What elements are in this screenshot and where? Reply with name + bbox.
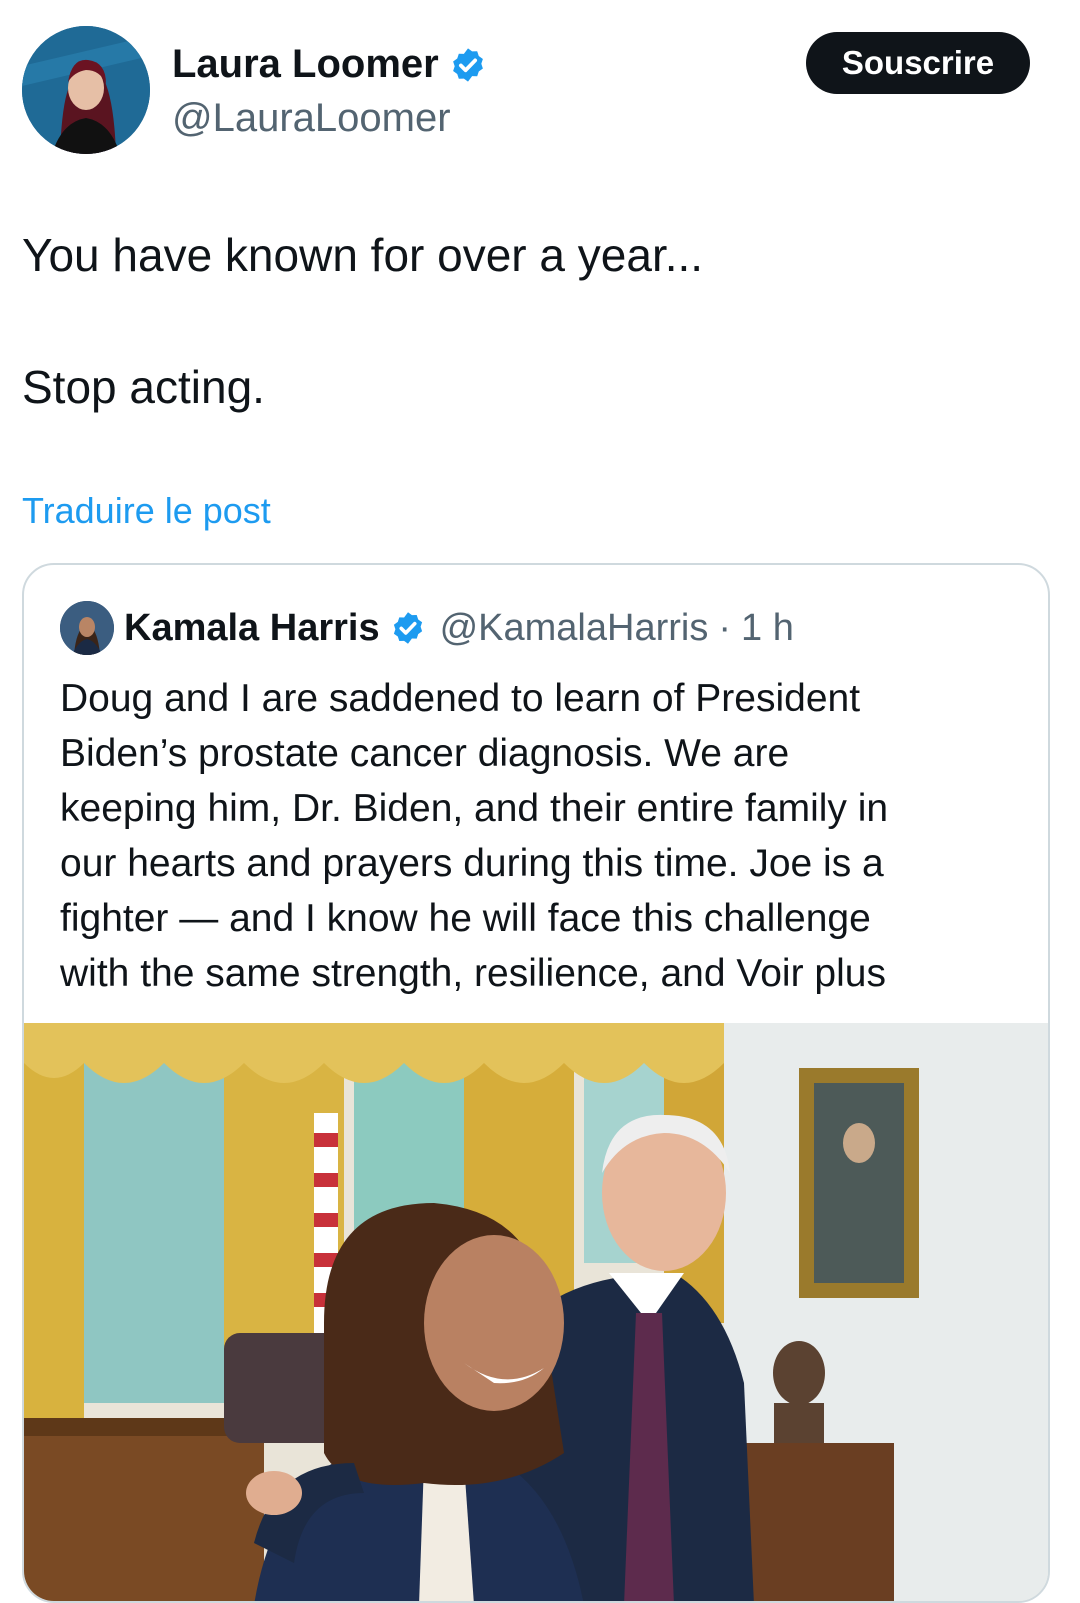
verified-badge-icon: [393, 612, 422, 644]
quoted-tweet-text: Doug and I are saddened to learn of Pres…: [60, 671, 1020, 1001]
quoted-text-line: keeping him, Dr. Biden, and their entire…: [60, 787, 889, 830]
author-display-name[interactable]: Laura Loomer: [172, 42, 487, 87]
author-avatar[interactable]: [22, 26, 150, 154]
quoted-tweet-card[interactable]: Kamala Harris @KamalaHarris · 1 h Doug a…: [22, 563, 1050, 1603]
quoted-text-line: Doug and I are saddened to learn of Pres…: [60, 677, 861, 720]
quoted-tweet-photo[interactable]: [24, 1023, 1050, 1603]
author-handle[interactable]: @LauraLoomer: [172, 96, 451, 141]
quoted-text-line: Biden’s prostate cancer diagnosis. We ar…: [60, 732, 790, 775]
meta-separator: ·: [718, 606, 731, 649]
quoted-text-line: our hearts and prayers during this time.…: [60, 842, 884, 885]
translate-post-link[interactable]: Traduire le post: [22, 490, 271, 532]
verified-badge-icon: [452, 47, 483, 82]
tweet-text-line-1: You have known for over a year...: [22, 229, 704, 281]
see-more-link[interactable]: Voir plus: [736, 952, 886, 995]
quoted-author-handle[interactable]: @KamalaHarris: [440, 607, 709, 650]
quoted-text-line: fighter — and I know he will face this c…: [60, 897, 871, 940]
author-name-text: Laura Loomer: [172, 42, 439, 86]
tweet-text-line-2: Stop acting.: [22, 361, 265, 413]
quoted-tweet-header: Kamala Harris @KamalaHarris · 1 h: [60, 601, 794, 655]
quoted-author-avatar[interactable]: [60, 601, 114, 655]
quoted-author-name[interactable]: Kamala Harris: [124, 607, 380, 650]
subscribe-button[interactable]: Souscrire: [806, 32, 1030, 94]
quoted-timestamp[interactable]: 1 h: [741, 607, 794, 650]
quoted-text-line: with the same strength, resilience, and: [60, 952, 737, 995]
quoted-text-line-last: with the same strength, resilience, and …: [60, 946, 1020, 1001]
